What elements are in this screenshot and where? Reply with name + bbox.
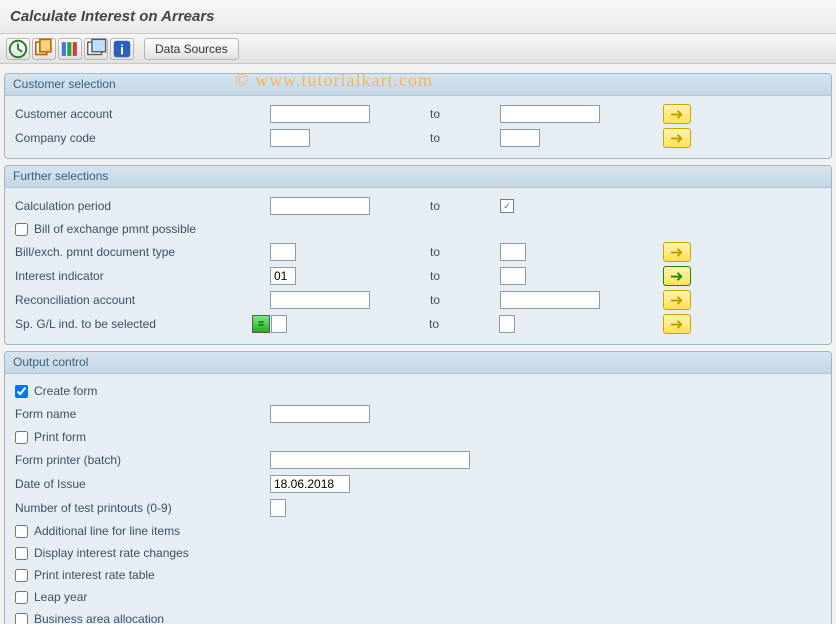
group-output-control: Output control Create form Form name Pri… bbox=[4, 351, 832, 624]
label-boe-possible: Bill of exchange pmnt possible bbox=[34, 222, 196, 236]
checkbox-create-form[interactable] bbox=[15, 385, 28, 398]
arrow-right-icon bbox=[670, 318, 685, 331]
multiple-selection-interest-indicator[interactable] bbox=[663, 266, 691, 286]
label-disp-rate-changes: Display interest rate changes bbox=[34, 546, 189, 560]
group-customer-selection: Customer selection Customer account to C… bbox=[4, 73, 832, 159]
label-company-code: Company code bbox=[15, 131, 270, 145]
selection-icon bbox=[85, 38, 107, 60]
checkbox-addl-line[interactable] bbox=[15, 525, 28, 538]
input-interest-indicator-to[interactable] bbox=[500, 267, 526, 285]
date-help-icon[interactable]: ✓ bbox=[500, 199, 514, 213]
label-to: to bbox=[370, 131, 500, 145]
label-addl-line: Additional line for line items bbox=[34, 524, 180, 538]
equals-icon: = bbox=[258, 319, 264, 330]
label-recon-account: Reconciliation account bbox=[15, 293, 270, 307]
input-form-printer[interactable] bbox=[270, 451, 470, 469]
goto-button[interactable] bbox=[58, 38, 82, 60]
content-area: Customer selection Customer account to C… bbox=[0, 64, 836, 624]
page-title: Calculate Interest on Arrears bbox=[10, 8, 215, 25]
value-help-sp-gl[interactable]: = bbox=[252, 315, 270, 333]
label-calc-period: Calculation period bbox=[15, 199, 270, 213]
input-recon-account-from[interactable] bbox=[270, 291, 370, 309]
arrow-right-icon bbox=[670, 132, 685, 145]
multiple-selection-sp-gl[interactable] bbox=[663, 314, 691, 334]
label-boe-doctype: Bill/exch. pmnt document type bbox=[15, 245, 270, 259]
checkbox-boe-possible[interactable] bbox=[15, 223, 28, 236]
title-bar: Calculate Interest on Arrears bbox=[0, 0, 836, 34]
group-title-output: Output control bbox=[5, 352, 831, 374]
input-boe-doctype-from[interactable] bbox=[270, 243, 296, 261]
input-interest-indicator-from[interactable] bbox=[270, 267, 296, 285]
application-toolbar: i Data Sources bbox=[0, 34, 836, 64]
multiple-selection-boe-doctype[interactable] bbox=[663, 242, 691, 262]
label-print-rate-table: Print interest rate table bbox=[34, 568, 155, 582]
input-form-name[interactable] bbox=[270, 405, 370, 423]
label-interest-indicator: Interest indicator bbox=[15, 269, 270, 283]
info-icon: i bbox=[111, 38, 133, 60]
input-customer-account-to[interactable] bbox=[500, 105, 600, 123]
input-company-code-from[interactable] bbox=[270, 129, 310, 147]
label-customer-account: Customer account bbox=[15, 107, 270, 121]
input-recon-account-to[interactable] bbox=[500, 291, 600, 309]
input-sp-gl-to[interactable] bbox=[499, 315, 515, 333]
input-sp-gl-from[interactable] bbox=[271, 315, 287, 333]
label-to: to bbox=[370, 245, 500, 259]
input-num-test[interactable] bbox=[270, 499, 286, 517]
clock-execute-icon bbox=[7, 38, 29, 60]
input-company-code-to[interactable] bbox=[500, 129, 540, 147]
arrow-right-icon bbox=[670, 246, 685, 259]
svg-text:i: i bbox=[120, 42, 124, 57]
arrow-right-icon bbox=[670, 294, 685, 307]
data-sources-label: Data Sources bbox=[155, 42, 228, 56]
checkbox-print-rate-table[interactable] bbox=[15, 569, 28, 582]
selection-button[interactable] bbox=[84, 38, 108, 60]
group-further-selections: Further selections Calculation period to… bbox=[4, 165, 832, 345]
checkbox-leap-year[interactable] bbox=[15, 591, 28, 604]
label-to: to bbox=[370, 293, 500, 307]
input-boe-doctype-to[interactable] bbox=[500, 243, 526, 261]
group-title-customer: Customer selection bbox=[5, 74, 831, 96]
get-variant-button[interactable] bbox=[32, 38, 56, 60]
info-button[interactable]: i bbox=[110, 38, 134, 60]
label-to: to bbox=[369, 317, 499, 331]
arrow-right-icon bbox=[670, 108, 685, 121]
columns-icon bbox=[59, 38, 81, 60]
arrow-right-active-icon bbox=[670, 270, 685, 283]
checkbox-print-form[interactable] bbox=[15, 431, 28, 444]
multiple-selection-customer-account[interactable] bbox=[663, 104, 691, 124]
data-sources-button[interactable]: Data Sources bbox=[144, 38, 239, 60]
variant-icon bbox=[33, 38, 55, 60]
label-create-form: Create form bbox=[34, 384, 97, 398]
checkbox-disp-rate-changes[interactable] bbox=[15, 547, 28, 560]
label-form-printer: Form printer (batch) bbox=[15, 453, 270, 467]
multiple-selection-recon-account[interactable] bbox=[663, 290, 691, 310]
label-bus-area: Business area allocation bbox=[34, 612, 164, 624]
checkbox-bus-area[interactable] bbox=[15, 613, 28, 624]
execute-button[interactable] bbox=[6, 38, 30, 60]
multiple-selection-company-code[interactable] bbox=[663, 128, 691, 148]
label-to: to bbox=[370, 269, 500, 283]
label-leap-year: Leap year bbox=[34, 590, 87, 604]
label-print-form: Print form bbox=[34, 430, 86, 444]
label-to: to bbox=[370, 199, 500, 213]
input-calc-period-from[interactable] bbox=[270, 197, 370, 215]
label-num-test: Number of test printouts (0-9) bbox=[15, 501, 270, 515]
input-customer-account-from[interactable] bbox=[270, 105, 370, 123]
label-to: to bbox=[370, 107, 500, 121]
label-sp-gl: Sp. G/L ind. to be selected bbox=[15, 317, 252, 331]
label-date-of-issue: Date of Issue bbox=[15, 477, 270, 491]
input-date-of-issue[interactable] bbox=[270, 475, 350, 493]
group-title-further: Further selections bbox=[5, 166, 831, 188]
label-form-name: Form name bbox=[15, 407, 270, 421]
